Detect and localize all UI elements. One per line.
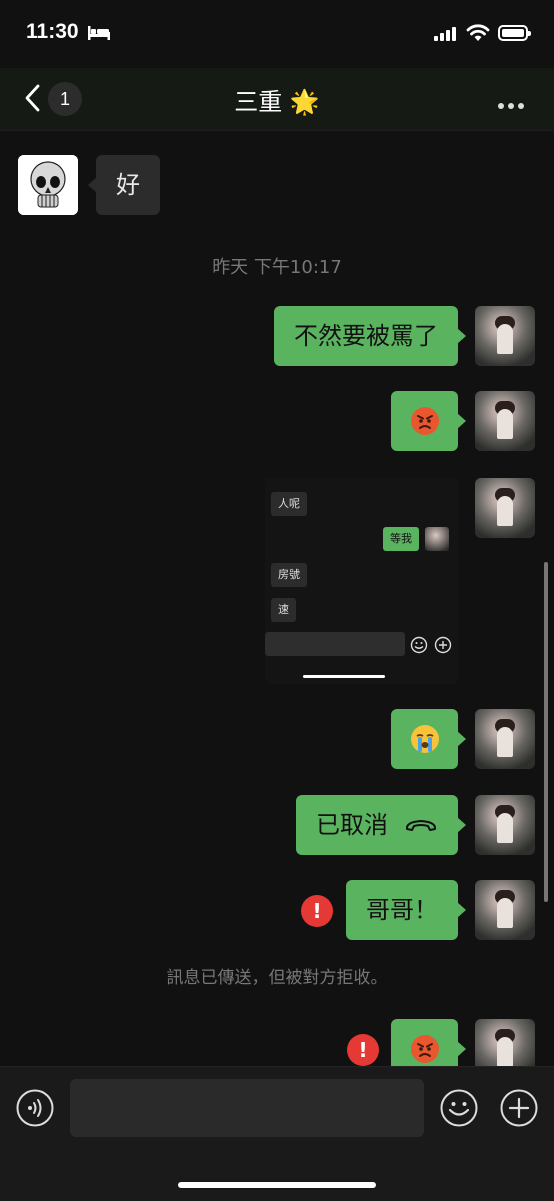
image-message-screenshot[interactable]: 人呢 等我 房號 速 bbox=[265, 478, 458, 684]
screenshot-plus-icon bbox=[434, 636, 452, 654]
status-time: 11:30 bbox=[26, 20, 79, 43]
pouting-face-emoji-icon bbox=[411, 407, 439, 435]
contact-avatar[interactable] bbox=[18, 155, 78, 215]
message-bubble-outgoing[interactable]: 哥哥！ bbox=[346, 880, 466, 940]
sleep-focus-icon bbox=[88, 26, 110, 40]
add-attachment-icon[interactable] bbox=[500, 1089, 538, 1127]
message-bubble-incoming[interactable]: 好 bbox=[88, 155, 160, 215]
screenshot-emoji-icon bbox=[410, 636, 428, 654]
call-status-text: 已取消 bbox=[316, 811, 388, 839]
message-bubble-outgoing-emoji[interactable] bbox=[391, 709, 466, 769]
my-avatar[interactable] bbox=[475, 306, 535, 366]
screenshot-input bbox=[265, 632, 405, 656]
message-bubble-outgoing-emoji[interactable] bbox=[391, 391, 466, 451]
my-avatar[interactable] bbox=[475, 795, 535, 855]
wifi-icon bbox=[466, 24, 490, 41]
hang-up-phone-icon bbox=[405, 820, 437, 831]
screenshot-bubble-incoming: 房號 bbox=[271, 563, 307, 587]
screenshot-bubble-outgoing: 等我 bbox=[383, 527, 419, 551]
pouting-face-emoji-icon bbox=[411, 1035, 439, 1063]
screenshot-bubble-incoming: 人呢 bbox=[271, 492, 307, 516]
more-options-icon[interactable] bbox=[498, 94, 528, 109]
screenshot-bubble-incoming: 速 bbox=[271, 598, 296, 622]
call-cancelled-bubble[interactable]: 已取消 bbox=[296, 795, 466, 855]
chat-title[interactable]: 三重 🌟 bbox=[0, 82, 554, 117]
message-timestamp: 昨天 下午10:17 bbox=[212, 257, 342, 278]
send-failed-error-icon[interactable]: ! bbox=[347, 1034, 379, 1066]
chat-header: 1 三重 🌟 bbox=[0, 68, 554, 131]
battery-icon bbox=[498, 25, 531, 41]
my-avatar[interactable] bbox=[475, 391, 535, 451]
screenshot-home-indicator bbox=[303, 675, 385, 678]
message-text-input[interactable] bbox=[70, 1079, 424, 1137]
voice-input-icon[interactable] bbox=[16, 1089, 54, 1127]
message-rejected-notice: 訊息已傳送，但被對方拒收。 bbox=[166, 968, 388, 988]
message-bubble-outgoing[interactable]: 不然要被罵了 bbox=[274, 306, 466, 366]
cellular-signal-icon bbox=[434, 27, 456, 41]
emoji-picker-icon[interactable] bbox=[440, 1089, 478, 1127]
send-failed-error-icon[interactable]: ! bbox=[301, 895, 333, 927]
crying-face-emoji-icon bbox=[411, 725, 439, 753]
my-avatar[interactable] bbox=[475, 880, 535, 940]
status-bar: 11:30 bbox=[0, 0, 554, 68]
screenshot-avatar bbox=[425, 527, 449, 551]
my-avatar[interactable] bbox=[475, 478, 535, 538]
my-avatar[interactable] bbox=[475, 709, 535, 769]
home-indicator[interactable] bbox=[178, 1182, 376, 1188]
message-input-bar bbox=[0, 1066, 554, 1201]
scrollbar[interactable] bbox=[544, 562, 548, 902]
